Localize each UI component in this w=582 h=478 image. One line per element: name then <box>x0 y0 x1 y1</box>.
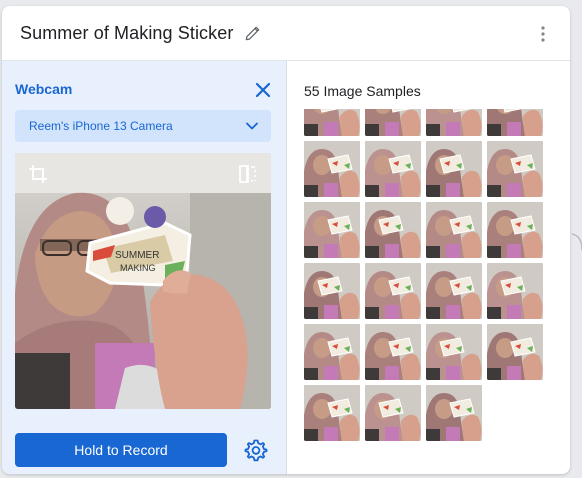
sample-thumbnail[interactable] <box>426 141 482 197</box>
sample-thumbnail[interactable] <box>304 324 360 380</box>
sample-thumbnail[interactable] <box>487 324 543 380</box>
sample-thumbnail[interactable] <box>304 202 360 258</box>
gear-icon[interactable] <box>244 438 268 462</box>
camera-select-value: Reem's iPhone 13 Camera <box>29 119 173 133</box>
samples-grid <box>304 109 554 449</box>
sample-thumbnail[interactable] <box>304 109 360 136</box>
sample-thumbnail[interactable] <box>426 324 482 380</box>
svg-text:MAKING: MAKING <box>120 263 156 273</box>
flip-icon[interactable] <box>237 163 259 185</box>
hold-to-record-button[interactable]: Hold to Record <box>15 433 227 467</box>
sample-thumbnail[interactable] <box>304 263 360 319</box>
samples-panel: 55 Image Samples <box>287 61 570 474</box>
close-icon[interactable] <box>252 79 274 101</box>
sample-thumbnail[interactable] <box>304 385 360 441</box>
crop-icon[interactable] <box>27 163 49 185</box>
webcam-preview-image: SUMMER MAKING <box>15 153 271 409</box>
sample-thumbnail[interactable] <box>304 141 360 197</box>
card-header: Summer of Making Sticker <box>2 6 570 61</box>
sample-thumbnail[interactable] <box>426 202 482 258</box>
sample-thumbnail[interactable] <box>365 263 421 319</box>
webcam-label: Webcam <box>15 81 73 97</box>
camera-select[interactable]: Reem's iPhone 13 Camera <box>15 110 271 142</box>
sample-thumbnail[interactable] <box>426 109 482 136</box>
sample-thumbnail[interactable] <box>365 109 421 136</box>
card-title[interactable]: Summer of Making Sticker <box>20 23 233 44</box>
sample-thumbnail[interactable] <box>426 385 482 441</box>
sample-thumbnail[interactable] <box>487 141 543 197</box>
sample-thumbnail[interactable] <box>487 263 543 319</box>
sample-thumbnail[interactable] <box>365 141 421 197</box>
chevron-down-icon <box>245 119 259 133</box>
sample-thumbnail[interactable] <box>487 109 543 136</box>
svg-text:SUMMER: SUMMER <box>115 250 159 261</box>
webcam-preview: SUMMER MAKING <box>15 153 271 409</box>
sample-thumbnail[interactable] <box>426 263 482 319</box>
side-connector <box>572 233 582 251</box>
sample-thumbnail[interactable] <box>365 202 421 258</box>
pencil-icon[interactable] <box>243 23 263 43</box>
kebab-menu-icon[interactable] <box>538 24 548 44</box>
webcam-panel: Webcam Reem's iPhone 13 Camera SUMMER MA… <box>2 61 287 474</box>
project-card: Summer of Making Sticker Webcam Reem's i… <box>2 6 570 474</box>
sample-thumbnail[interactable] <box>365 324 421 380</box>
sample-thumbnail[interactable] <box>365 385 421 441</box>
samples-title: 55 Image Samples <box>304 83 421 99</box>
sample-thumbnail[interactable] <box>487 202 543 258</box>
